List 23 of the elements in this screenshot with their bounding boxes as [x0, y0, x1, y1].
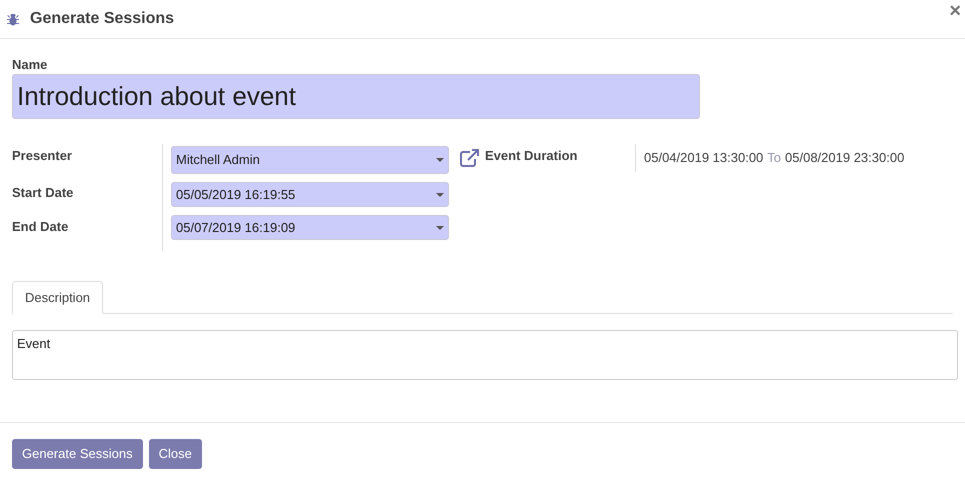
description-field[interactable]: Event — [12, 330, 958, 380]
dropdown-field[interactable]: 05/07/2019 16:19:09 — [171, 215, 449, 240]
close-dialog-button[interactable]: Close — [148, 439, 202, 469]
duration-separator: To — [767, 149, 782, 167]
external-link-icon[interactable] — [460, 149, 480, 167]
bug-icon — [7, 12, 19, 26]
dropdown-field[interactable]: 05/05/2019 16:19:55 — [171, 182, 449, 207]
dialog-title: Generate Sessions — [30, 9, 174, 29]
tab[interactable]: Description — [12, 281, 104, 314]
event-duration-label: Event Duration — [485, 147, 578, 165]
caret-icon — [436, 226, 444, 230]
duration-end: 05/08/2019 23:30:00 — [785, 149, 904, 167]
name-label: Name — [12, 57, 48, 72]
field-label: Start Date — [12, 184, 74, 202]
field-label: End Date — [12, 218, 70, 236]
close-button[interactable]: × — [949, 1, 961, 21]
caret-icon — [436, 158, 444, 162]
generate-sessions-button[interactable]: Generate Sessions — [12, 439, 143, 469]
caret-icon — [436, 192, 444, 196]
field-label: Presenter — [12, 147, 73, 165]
name-input[interactable]: Introduction about event — [12, 74, 700, 119]
duration-start: 05/04/2019 13:30:00 — [644, 149, 764, 167]
dropdown-field[interactable]: Mitchell Admin — [171, 146, 449, 174]
